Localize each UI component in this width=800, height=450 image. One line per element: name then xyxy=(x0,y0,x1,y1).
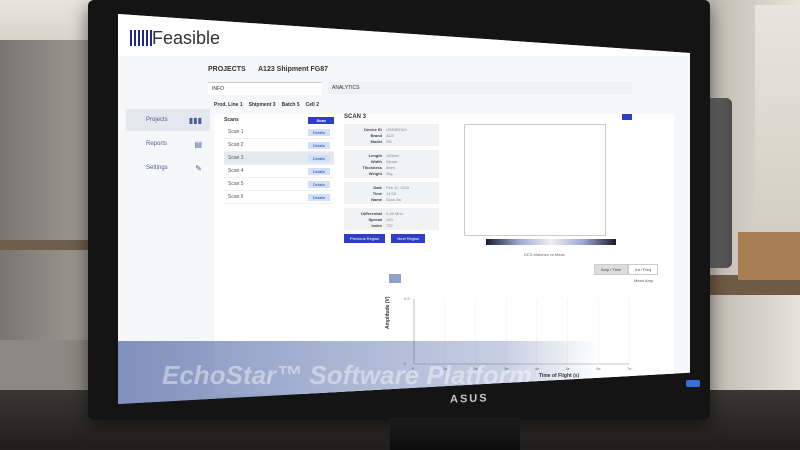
sidebar-item-reports[interactable]: Reports ▤ xyxy=(126,133,210,155)
scan-label: Scan 6 xyxy=(228,194,244,200)
next-region-button[interactable]: Next Region xyxy=(391,234,426,243)
monitor-stand xyxy=(390,418,520,450)
screen: Feasible PROJECTS A123 Shipment FG87 INF… xyxy=(118,14,690,404)
field-value: US84BTAO xyxy=(386,126,407,132)
breadcrumb-item[interactable]: Batch 5 xyxy=(282,102,300,108)
tab-bar: INFO ANALYTICS xyxy=(208,74,688,95)
sidebar: Projects ▮▮▮ Reports ▤ Settings ✎ xyxy=(126,109,210,181)
breadcrumb-item[interactable]: Shipment 3 xyxy=(249,102,276,108)
breadcrumb: Prod. Line 1 Shipment 3 Batch 5 Cell 2 xyxy=(214,102,319,108)
details-button[interactable]: Details xyxy=(307,141,330,149)
details-button[interactable]: Details xyxy=(307,128,330,136)
sidebar-item-label: Reports xyxy=(146,141,168,147)
details-button[interactable]: Details xyxy=(307,167,330,175)
scan-row[interactable]: Scan 1 Details xyxy=(224,126,334,139)
y-axis-label: Amplitude (V) xyxy=(385,296,391,329)
scans-panel: Scans Scan Scan 1 Details Scan 2 Details… xyxy=(224,114,334,204)
previous-region-button[interactable]: Previous Region xyxy=(344,234,386,243)
signal-block: Differential 0.45 MHz Spread 100 Index 732 xyxy=(344,208,439,230)
scan-row[interactable]: Scan 5 Details xyxy=(224,178,334,191)
field-value: ACE xyxy=(386,132,395,138)
project-title: A123 Shipment FG87 xyxy=(258,66,329,73)
sidebar-item-label: Projects xyxy=(146,117,168,123)
x-tick-label: 7e xyxy=(627,366,632,371)
field-key: Time xyxy=(372,190,382,196)
scan-title: SCAN 3 xyxy=(344,114,367,120)
field-key: Length xyxy=(368,152,382,158)
details-button[interactable]: Details xyxy=(307,154,330,162)
scan-row[interactable]: Scan 6 Details xyxy=(224,191,334,204)
scan-label: Scan 1 xyxy=(228,129,244,135)
heatmap-caption: DCS Matches vs Mean xyxy=(524,252,565,257)
chevron-down-icon[interactable] xyxy=(622,114,632,120)
scan-label: Scan 3 xyxy=(228,155,244,161)
field-value: 100 xyxy=(386,216,393,222)
logo-text: Feasible xyxy=(152,28,221,48)
device-info-block: Device ID US84BTAO Brand ACE Model SH xyxy=(344,124,439,146)
y-tick-label: 0.5 xyxy=(404,296,410,301)
field-key: Index xyxy=(371,222,382,228)
field-key: Differential xyxy=(361,210,382,216)
wrench-icon: ✎ xyxy=(195,163,202,173)
scan-row[interactable]: Scan 4 Details xyxy=(224,165,334,178)
field-key: Brand xyxy=(370,132,382,138)
sidebar-item-projects[interactable]: Projects ▮▮▮ xyxy=(126,109,210,131)
new-scan-button[interactable]: Scan xyxy=(308,116,334,124)
field-key: Thickness xyxy=(362,164,382,170)
field-value: 14:05 xyxy=(386,190,397,196)
field-value: 150mm xyxy=(386,152,400,158)
field-value: SH xyxy=(386,138,392,144)
field-value: Feb 11, 2019 xyxy=(386,184,410,190)
field-value: 0.45 MHz xyxy=(386,210,404,216)
scan-label: Scan 4 xyxy=(228,168,244,174)
report-icon: ▤ xyxy=(194,139,202,149)
tab-info[interactable]: INFO xyxy=(208,82,322,95)
scan-row[interactable]: Scan 2 Details xyxy=(224,139,334,152)
tab-analytics[interactable]: ANALYTICS xyxy=(328,82,632,94)
projects-label: PROJECTS xyxy=(208,66,246,73)
field-value: 732 xyxy=(386,222,393,228)
dimensions-block: Length 150mm Width 94mm Thickness 5mm Weigh… xyxy=(344,150,439,178)
heatmap-colorbar xyxy=(486,239,616,245)
time-block: Date Feb 11, 2019 Time 14:05 Name Scan 3a xyxy=(344,182,439,204)
breadcrumb-item[interactable]: Cell 2 xyxy=(306,102,319,108)
scan-label: Scan 2 xyxy=(228,142,244,148)
power-indicator xyxy=(686,380,700,387)
field-key: Date xyxy=(373,184,382,190)
field-value: Scan 3a xyxy=(386,196,401,202)
logo-icon xyxy=(130,30,152,46)
cardboard-box xyxy=(738,232,800,280)
scans-title: Scans xyxy=(224,117,239,123)
field-value: 94mm xyxy=(386,158,398,164)
field-key: Spread xyxy=(368,216,382,222)
heatmap-plot xyxy=(464,124,606,236)
scan-label: Scan 5 xyxy=(228,181,244,187)
details-button[interactable]: Details xyxy=(307,180,330,188)
scans-header: Scans Scan xyxy=(224,114,334,126)
field-value: 2kg xyxy=(386,170,393,176)
breadcrumb-item[interactable]: Prod. Line 1 xyxy=(214,102,243,108)
monitor-brand: ASUS xyxy=(450,392,489,406)
sidebar-item-label: Settings xyxy=(146,165,168,171)
sidebar-item-settings[interactable]: Settings ✎ xyxy=(126,157,210,179)
field-key: Width xyxy=(370,158,382,164)
field-key: Name xyxy=(371,196,382,202)
details-button[interactable]: Details xyxy=(307,193,330,201)
field-key: Weight xyxy=(368,170,382,176)
window xyxy=(755,5,800,235)
field-value: 5mm xyxy=(386,164,395,170)
bar-chart-icon: ▮▮▮ xyxy=(188,115,202,125)
field-key: Device ID xyxy=(363,126,382,132)
scan-row-selected[interactable]: Scan 3 Details xyxy=(224,152,334,165)
field-key: Model xyxy=(370,138,382,144)
